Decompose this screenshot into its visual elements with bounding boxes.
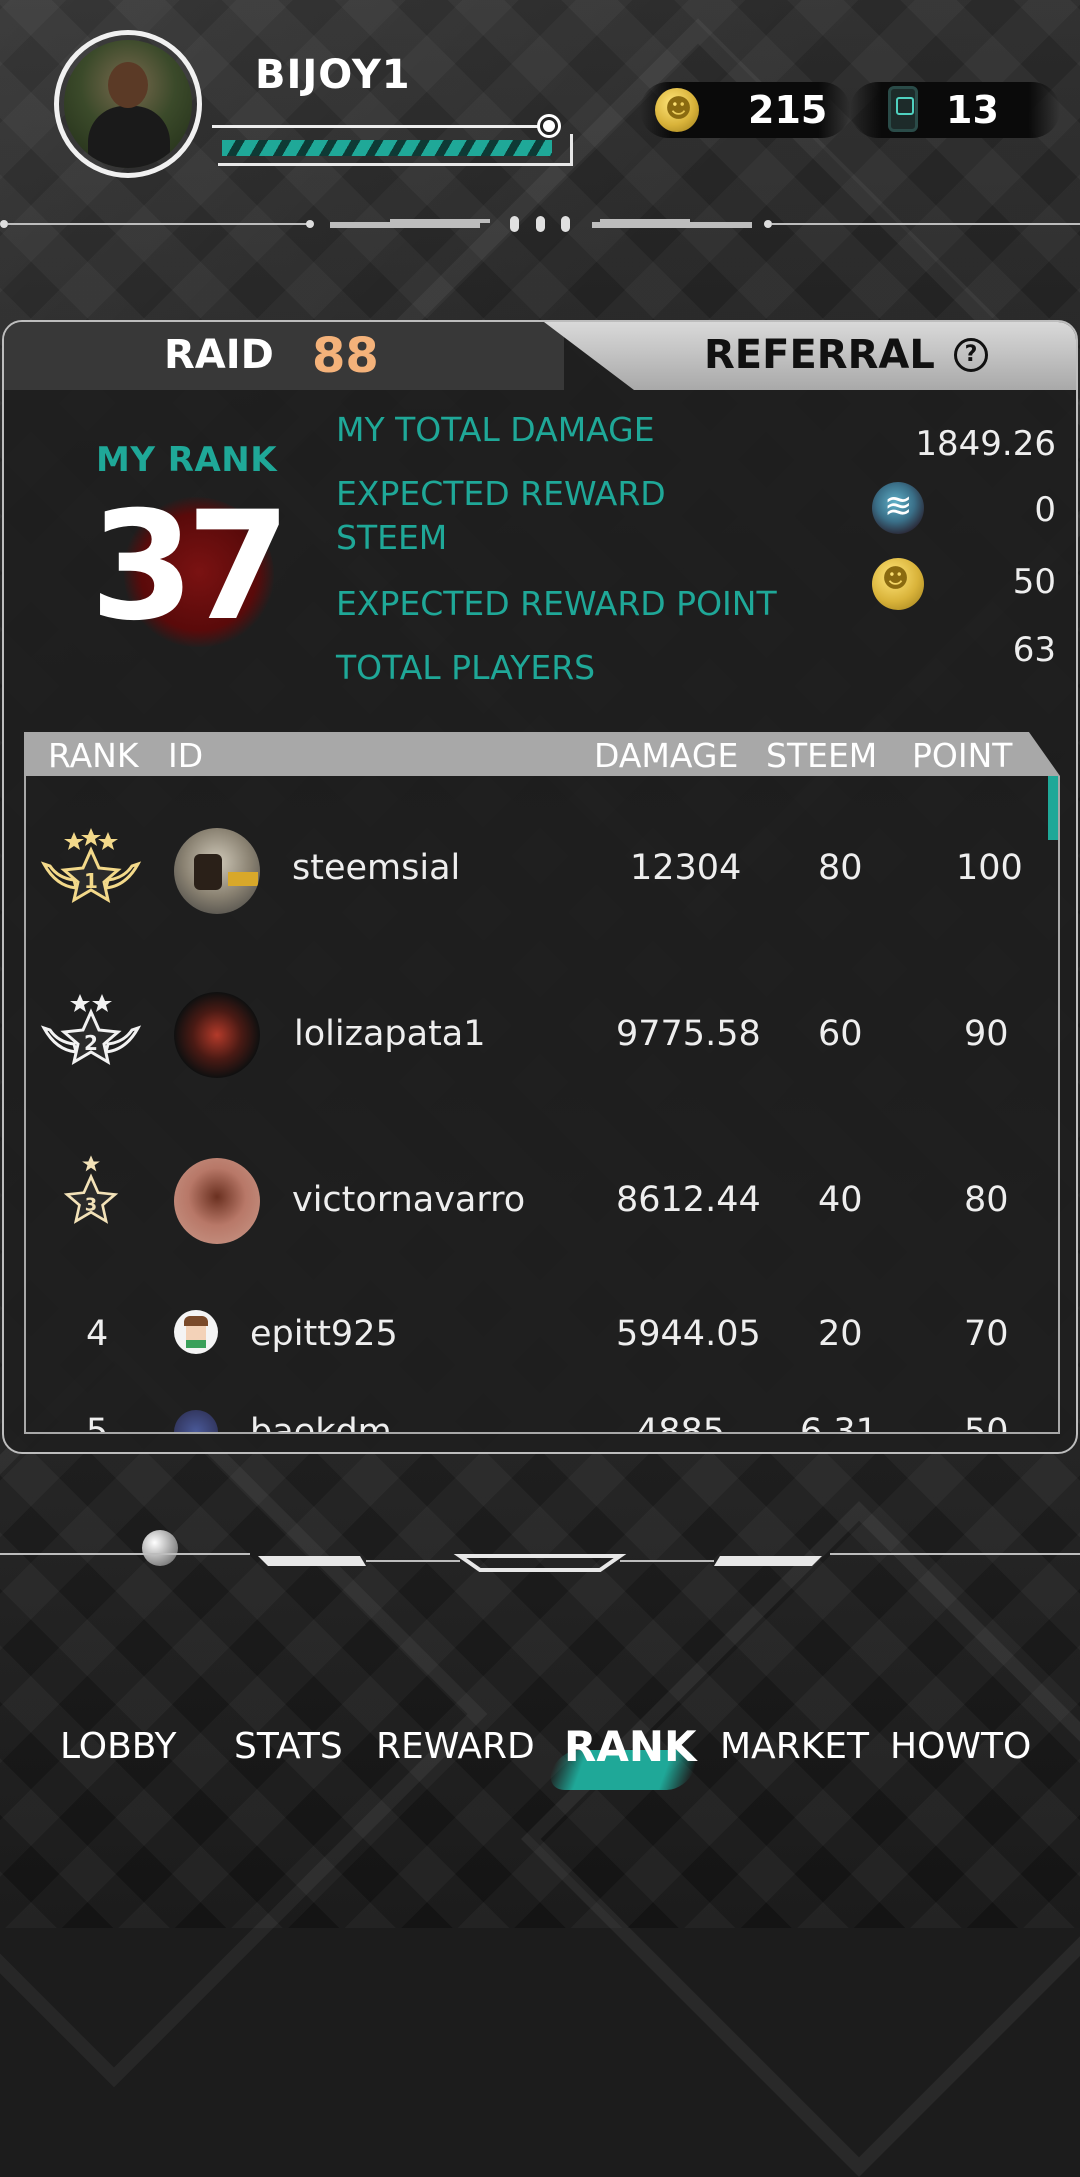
my-rank-label: MY RANK [96,440,278,480]
table-row[interactable]: 2 lolizapata1 9775.58 60 90 [26,976,1026,1096]
player-point: 70 [964,1314,1009,1354]
reward-point-value: 50 [1012,562,1056,602]
player-steem: 80 [818,848,863,888]
reward-steem-label-line1: EXPECTED REWARD [336,474,666,513]
total-damage-label: MY TOTAL DAMAGE [336,410,655,449]
raid-number: 88 [312,328,379,384]
ticket-icon [888,86,918,132]
total-damage-value: 1849.26 [915,424,1056,464]
xp-line [212,125,552,128]
col-damage: DAMAGE [594,736,739,775]
help-icon[interactable]: ? [954,338,988,372]
player-rank: 4 [86,1314,109,1354]
nav-lobby[interactable]: LOBBY [60,1726,177,1767]
total-players-label: TOTAL PLAYERS [336,648,596,687]
point-coin-icon [872,558,924,610]
nav-market[interactable]: MARKET [720,1726,869,1767]
rank-panel: RAID 88 REFERRAL ? MY RANK 37 MY TOTAL D… [2,320,1078,1454]
bottom-divider [0,1553,1080,1572]
player-avatar[interactable] [174,1310,218,1354]
player-steem: 60 [818,1014,863,1054]
tab-raid[interactable]: RAID 88 [4,322,564,390]
scrollbar[interactable] [1048,776,1058,840]
top-divider [0,216,1080,232]
ranking-table[interactable]: 1 steemsial 12304 80 100 2 lolizapata1 9… [24,776,1060,1434]
total-players-value: 63 [1012,630,1056,670]
reward-steem-label-line2: STEEM [336,518,448,557]
xp-knob [540,117,558,135]
table-row[interactable]: 4 epitt925 5944.05 20 70 [26,1276,1026,1396]
gold-rank-badge-icon: 1 [40,828,142,904]
silver-rank-badge-icon: 2 [40,994,142,1066]
svg-text:1: 1 [84,869,98,893]
bronze-rank-badge-icon: 3 [63,1155,119,1224]
reward-point-label: EXPECTED REWARD POINT [336,584,777,623]
player-id[interactable]: lolizapata1 [294,1014,486,1054]
svg-text:3: 3 [85,1195,97,1215]
player-rank: 5 [86,1412,109,1434]
nav-stats[interactable]: STATS [234,1726,343,1767]
player-damage: 4885 [636,1412,726,1434]
nav-rank[interactable]: RANK [564,1722,697,1771]
player-damage: 12304 [630,848,742,888]
nav-reward[interactable]: REWARD [376,1726,535,1767]
player-id[interactable]: baekdm [250,1412,392,1432]
player-avatar[interactable] [174,1410,218,1432]
player-avatar[interactable] [174,828,260,914]
steem-icon [872,482,924,534]
player-point: 100 [956,848,1023,888]
player-steem: 40 [818,1180,863,1220]
col-steem: STEEM [766,736,878,775]
player-steem: 6.31 [800,1412,878,1434]
col-rank: RANK [48,736,139,775]
table-row[interactable]: 3 victornavarro 8612.44 40 80 [26,1142,1026,1262]
player-id[interactable]: victornavarro [292,1180,525,1220]
coin-count: 215 [748,88,828,132]
avatar[interactable] [64,40,192,168]
player-id[interactable]: steemsial [292,848,460,888]
xp-progress-bar [222,140,552,156]
player-damage: 8612.44 [616,1180,761,1220]
player-avatar[interactable] [174,992,260,1078]
table-header: RANK ID DAMAGE STEEM POINT [24,732,1060,776]
table-row[interactable]: 1 steemsial 12304 80 100 [26,810,1026,930]
player-avatar[interactable] [174,1158,260,1244]
player-damage: 9775.58 [616,1014,761,1054]
nav-howto[interactable]: HOWTO [890,1726,1031,1767]
reward-steem-value: 0 [1034,490,1056,530]
player-damage: 5944.05 [616,1314,761,1354]
referral-label[interactable]: REFERRAL [704,332,935,378]
table-row[interactable]: 5 baekdm 4885 6.31 50 [26,1390,1026,1434]
player-id[interactable]: epitt925 [250,1314,398,1354]
col-id: ID [168,736,204,775]
player-point: 90 [964,1014,1009,1054]
username: BIJOY1 [255,52,411,98]
svg-text:2: 2 [84,1031,98,1055]
raid-label: RAID [164,332,274,378]
my-rank-value: 37 [90,480,291,654]
ticket-count: 13 [946,88,999,132]
col-point: POINT [912,736,1013,775]
player-point: 50 [964,1412,1009,1434]
player-steem: 20 [818,1314,863,1354]
coin-icon [655,88,699,132]
player-point: 80 [964,1180,1009,1220]
